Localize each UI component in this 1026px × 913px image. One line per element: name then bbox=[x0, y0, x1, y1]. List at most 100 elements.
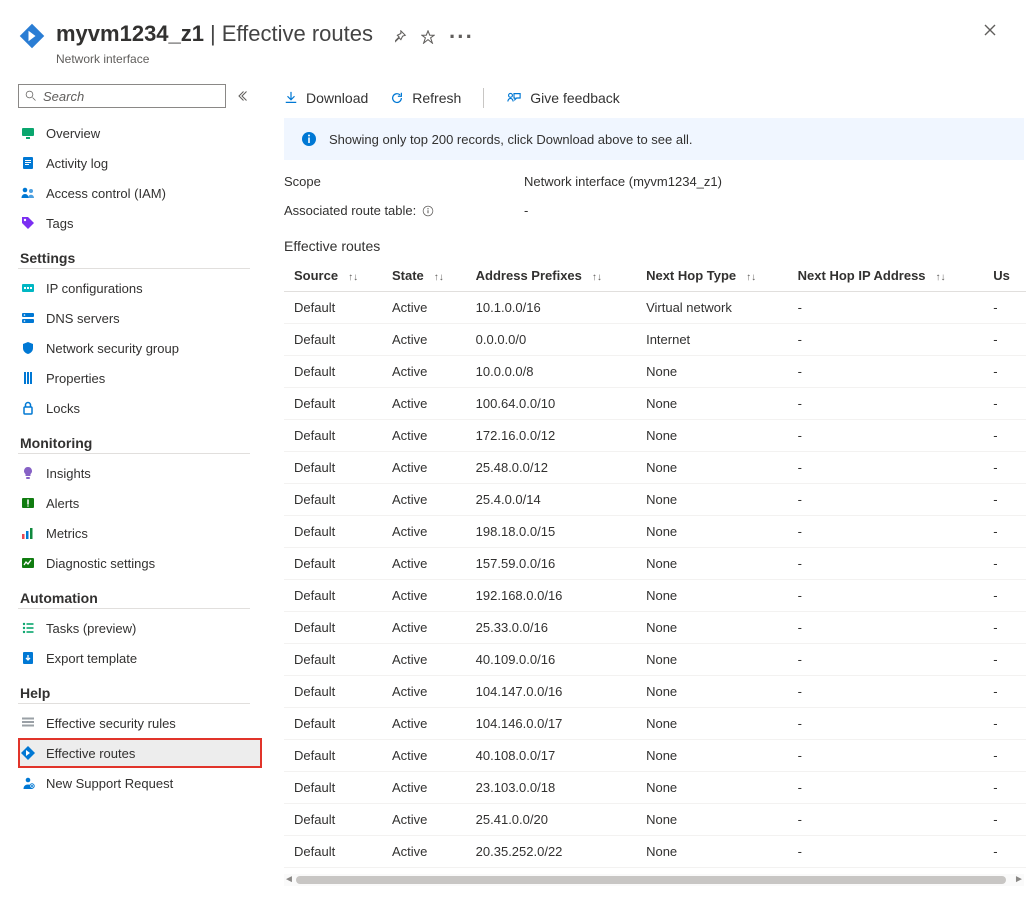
table-row[interactable]: DefaultActive198.18.0.0/15None-- bbox=[284, 516, 1026, 548]
table-row[interactable]: DefaultActive0.0.0.0/0Internet-- bbox=[284, 324, 1026, 356]
sidebar-item-new-support-request[interactable]: New Support Request bbox=[18, 768, 262, 798]
table-row[interactable]: DefaultActive40.108.0.0/17None-- bbox=[284, 740, 1026, 772]
sort-icon[interactable]: ↑↓ bbox=[592, 272, 602, 283]
cell-prefix: 20.35.252.0/22 bbox=[466, 836, 636, 868]
cell-state: Active bbox=[382, 388, 466, 420]
cell-prefix: 157.59.0.0/16 bbox=[466, 548, 636, 580]
metrics-icon bbox=[20, 525, 36, 541]
table-row[interactable]: DefaultActive25.41.0.0/20None-- bbox=[284, 804, 1026, 836]
sidebar-item-alerts[interactable]: Alerts bbox=[18, 488, 262, 518]
search-input[interactable]: Search bbox=[18, 84, 226, 108]
sidebar-item-label: Locks bbox=[46, 401, 80, 416]
refresh-button[interactable]: Refresh bbox=[390, 90, 461, 106]
cell-us: - bbox=[983, 420, 1026, 452]
table-row[interactable]: DefaultActive25.48.0.0/12None-- bbox=[284, 452, 1026, 484]
column-header[interactable]: Next Hop IP Address↑↓ bbox=[788, 260, 984, 292]
sidebar-item-ip-configurations[interactable]: IP configurations bbox=[18, 273, 262, 303]
table-row[interactable]: DefaultActive20.35.252.0/22None-- bbox=[284, 836, 1026, 868]
sidebar-item-locks[interactable]: Locks bbox=[18, 393, 262, 423]
info-banner: Showing only top 200 records, click Down… bbox=[284, 118, 1024, 160]
column-header[interactable]: Next Hop Type↑↓ bbox=[636, 260, 788, 292]
table-row[interactable]: DefaultActive100.64.0.0/10None-- bbox=[284, 388, 1026, 420]
sidebar-item-activity-log[interactable]: Activity log bbox=[18, 148, 262, 178]
cell-us: - bbox=[983, 676, 1026, 708]
cell-ip: - bbox=[788, 516, 984, 548]
sort-icon[interactable]: ↑↓ bbox=[434, 272, 444, 283]
table-row[interactable]: DefaultActive10.1.0.0/16Virtual network-… bbox=[284, 292, 1026, 324]
sidebar-item-metrics[interactable]: Metrics bbox=[18, 518, 262, 548]
download-button[interactable]: Download bbox=[284, 90, 368, 106]
sidebar-item-properties[interactable]: Properties bbox=[18, 363, 262, 393]
sidebar-item-label: Network security group bbox=[46, 341, 179, 356]
cell-source: Default bbox=[284, 836, 382, 868]
page-title: Effective routes bbox=[222, 21, 373, 47]
cell-ip: - bbox=[788, 324, 984, 356]
scroll-thumb[interactable] bbox=[296, 876, 1006, 884]
cell-state: Active bbox=[382, 420, 466, 452]
cell-ip: - bbox=[788, 644, 984, 676]
tag-icon bbox=[20, 215, 36, 231]
column-header[interactable]: State↑↓ bbox=[382, 260, 466, 292]
cell-prefix: 25.33.0.0/16 bbox=[466, 612, 636, 644]
scroll-left-icon[interactable]: ◄ bbox=[284, 874, 294, 886]
shield-icon bbox=[20, 340, 36, 356]
feedback-button[interactable]: Give feedback bbox=[506, 90, 620, 106]
favorite-icon[interactable] bbox=[421, 30, 435, 44]
table-row[interactable]: DefaultActive40.109.0.0/16None-- bbox=[284, 644, 1026, 676]
horizontal-scrollbar[interactable]: ◄ ► bbox=[284, 874, 1024, 886]
sidebar-item-overview[interactable]: Overview bbox=[18, 118, 262, 148]
pin-icon[interactable] bbox=[393, 30, 407, 44]
cell-us: - bbox=[983, 772, 1026, 804]
cell-hop: None bbox=[636, 356, 788, 388]
sidebar-item-tags[interactable]: Tags bbox=[18, 208, 262, 238]
sidebar-item-export-template[interactable]: Export template bbox=[18, 643, 262, 673]
sidebar-item-dns-servers[interactable]: DNS servers bbox=[18, 303, 262, 333]
sidebar-item-label: DNS servers bbox=[46, 311, 120, 326]
cell-hop: None bbox=[636, 420, 788, 452]
cell-prefix: 198.18.0.0/15 bbox=[466, 516, 636, 548]
sidebar-item-tasks-preview-[interactable]: Tasks (preview) bbox=[18, 613, 262, 643]
cell-ip: - bbox=[788, 548, 984, 580]
cell-source: Default bbox=[284, 292, 382, 324]
close-button[interactable] bbox=[978, 18, 1002, 42]
cell-hop: None bbox=[636, 388, 788, 420]
cell-state: Active bbox=[382, 708, 466, 740]
column-header[interactable]: Us bbox=[983, 260, 1026, 292]
sidebar-item-label: Diagnostic settings bbox=[46, 556, 155, 571]
sidebar-item-effective-routes[interactable]: Effective routes bbox=[18, 738, 262, 768]
cell-source: Default bbox=[284, 804, 382, 836]
scroll-right-icon[interactable]: ► bbox=[1014, 874, 1024, 886]
table-row[interactable]: DefaultActive25.4.0.0/14None-- bbox=[284, 484, 1026, 516]
cell-source: Default bbox=[284, 452, 382, 484]
sidebar-item-network-security-group[interactable]: Network security group bbox=[18, 333, 262, 363]
column-header[interactable]: Source↑↓ bbox=[284, 260, 382, 292]
diag-icon bbox=[20, 555, 36, 571]
sidebar-item-insights[interactable]: Insights bbox=[18, 458, 262, 488]
table-row[interactable]: DefaultActive104.146.0.0/17None-- bbox=[284, 708, 1026, 740]
banner-text: Showing only top 200 records, click Down… bbox=[329, 132, 693, 147]
table-row[interactable]: DefaultActive25.33.0.0/16None-- bbox=[284, 612, 1026, 644]
column-header[interactable]: Address Prefixes↑↓ bbox=[466, 260, 636, 292]
sort-icon[interactable]: ↑↓ bbox=[746, 272, 756, 283]
sort-icon[interactable]: ↑↓ bbox=[348, 272, 358, 283]
table-row[interactable]: DefaultActive23.103.0.0/18None-- bbox=[284, 772, 1026, 804]
cell-us: - bbox=[983, 388, 1026, 420]
sort-icon[interactable]: ↑↓ bbox=[936, 272, 946, 283]
sidebar-item-access-control-iam-[interactable]: Access control (IAM) bbox=[18, 178, 262, 208]
sidebar-item-effective-security-rules[interactable]: Effective security rules bbox=[18, 708, 262, 738]
sidebar-item-diagnostic-settings[interactable]: Diagnostic settings bbox=[18, 548, 262, 578]
table-row[interactable]: DefaultActive157.59.0.0/16None-- bbox=[284, 548, 1026, 580]
cell-state: Active bbox=[382, 292, 466, 324]
cell-ip: - bbox=[788, 356, 984, 388]
info-small-icon[interactable] bbox=[422, 205, 434, 217]
table-row[interactable]: DefaultActive172.16.0.0/12None-- bbox=[284, 420, 1026, 452]
cell-ip: - bbox=[788, 708, 984, 740]
table-row[interactable]: DefaultActive192.168.0.0/16None-- bbox=[284, 580, 1026, 612]
cell-source: Default bbox=[284, 644, 382, 676]
collapse-sidebar-icon[interactable] bbox=[234, 88, 250, 104]
table-row[interactable]: DefaultActive10.0.0.0/8None-- bbox=[284, 356, 1026, 388]
more-icon[interactable]: ··· bbox=[449, 24, 474, 50]
sidebar-item-label: Access control (IAM) bbox=[46, 186, 166, 201]
table-row[interactable]: DefaultActive104.147.0.0/16None-- bbox=[284, 676, 1026, 708]
props-icon bbox=[20, 370, 36, 386]
